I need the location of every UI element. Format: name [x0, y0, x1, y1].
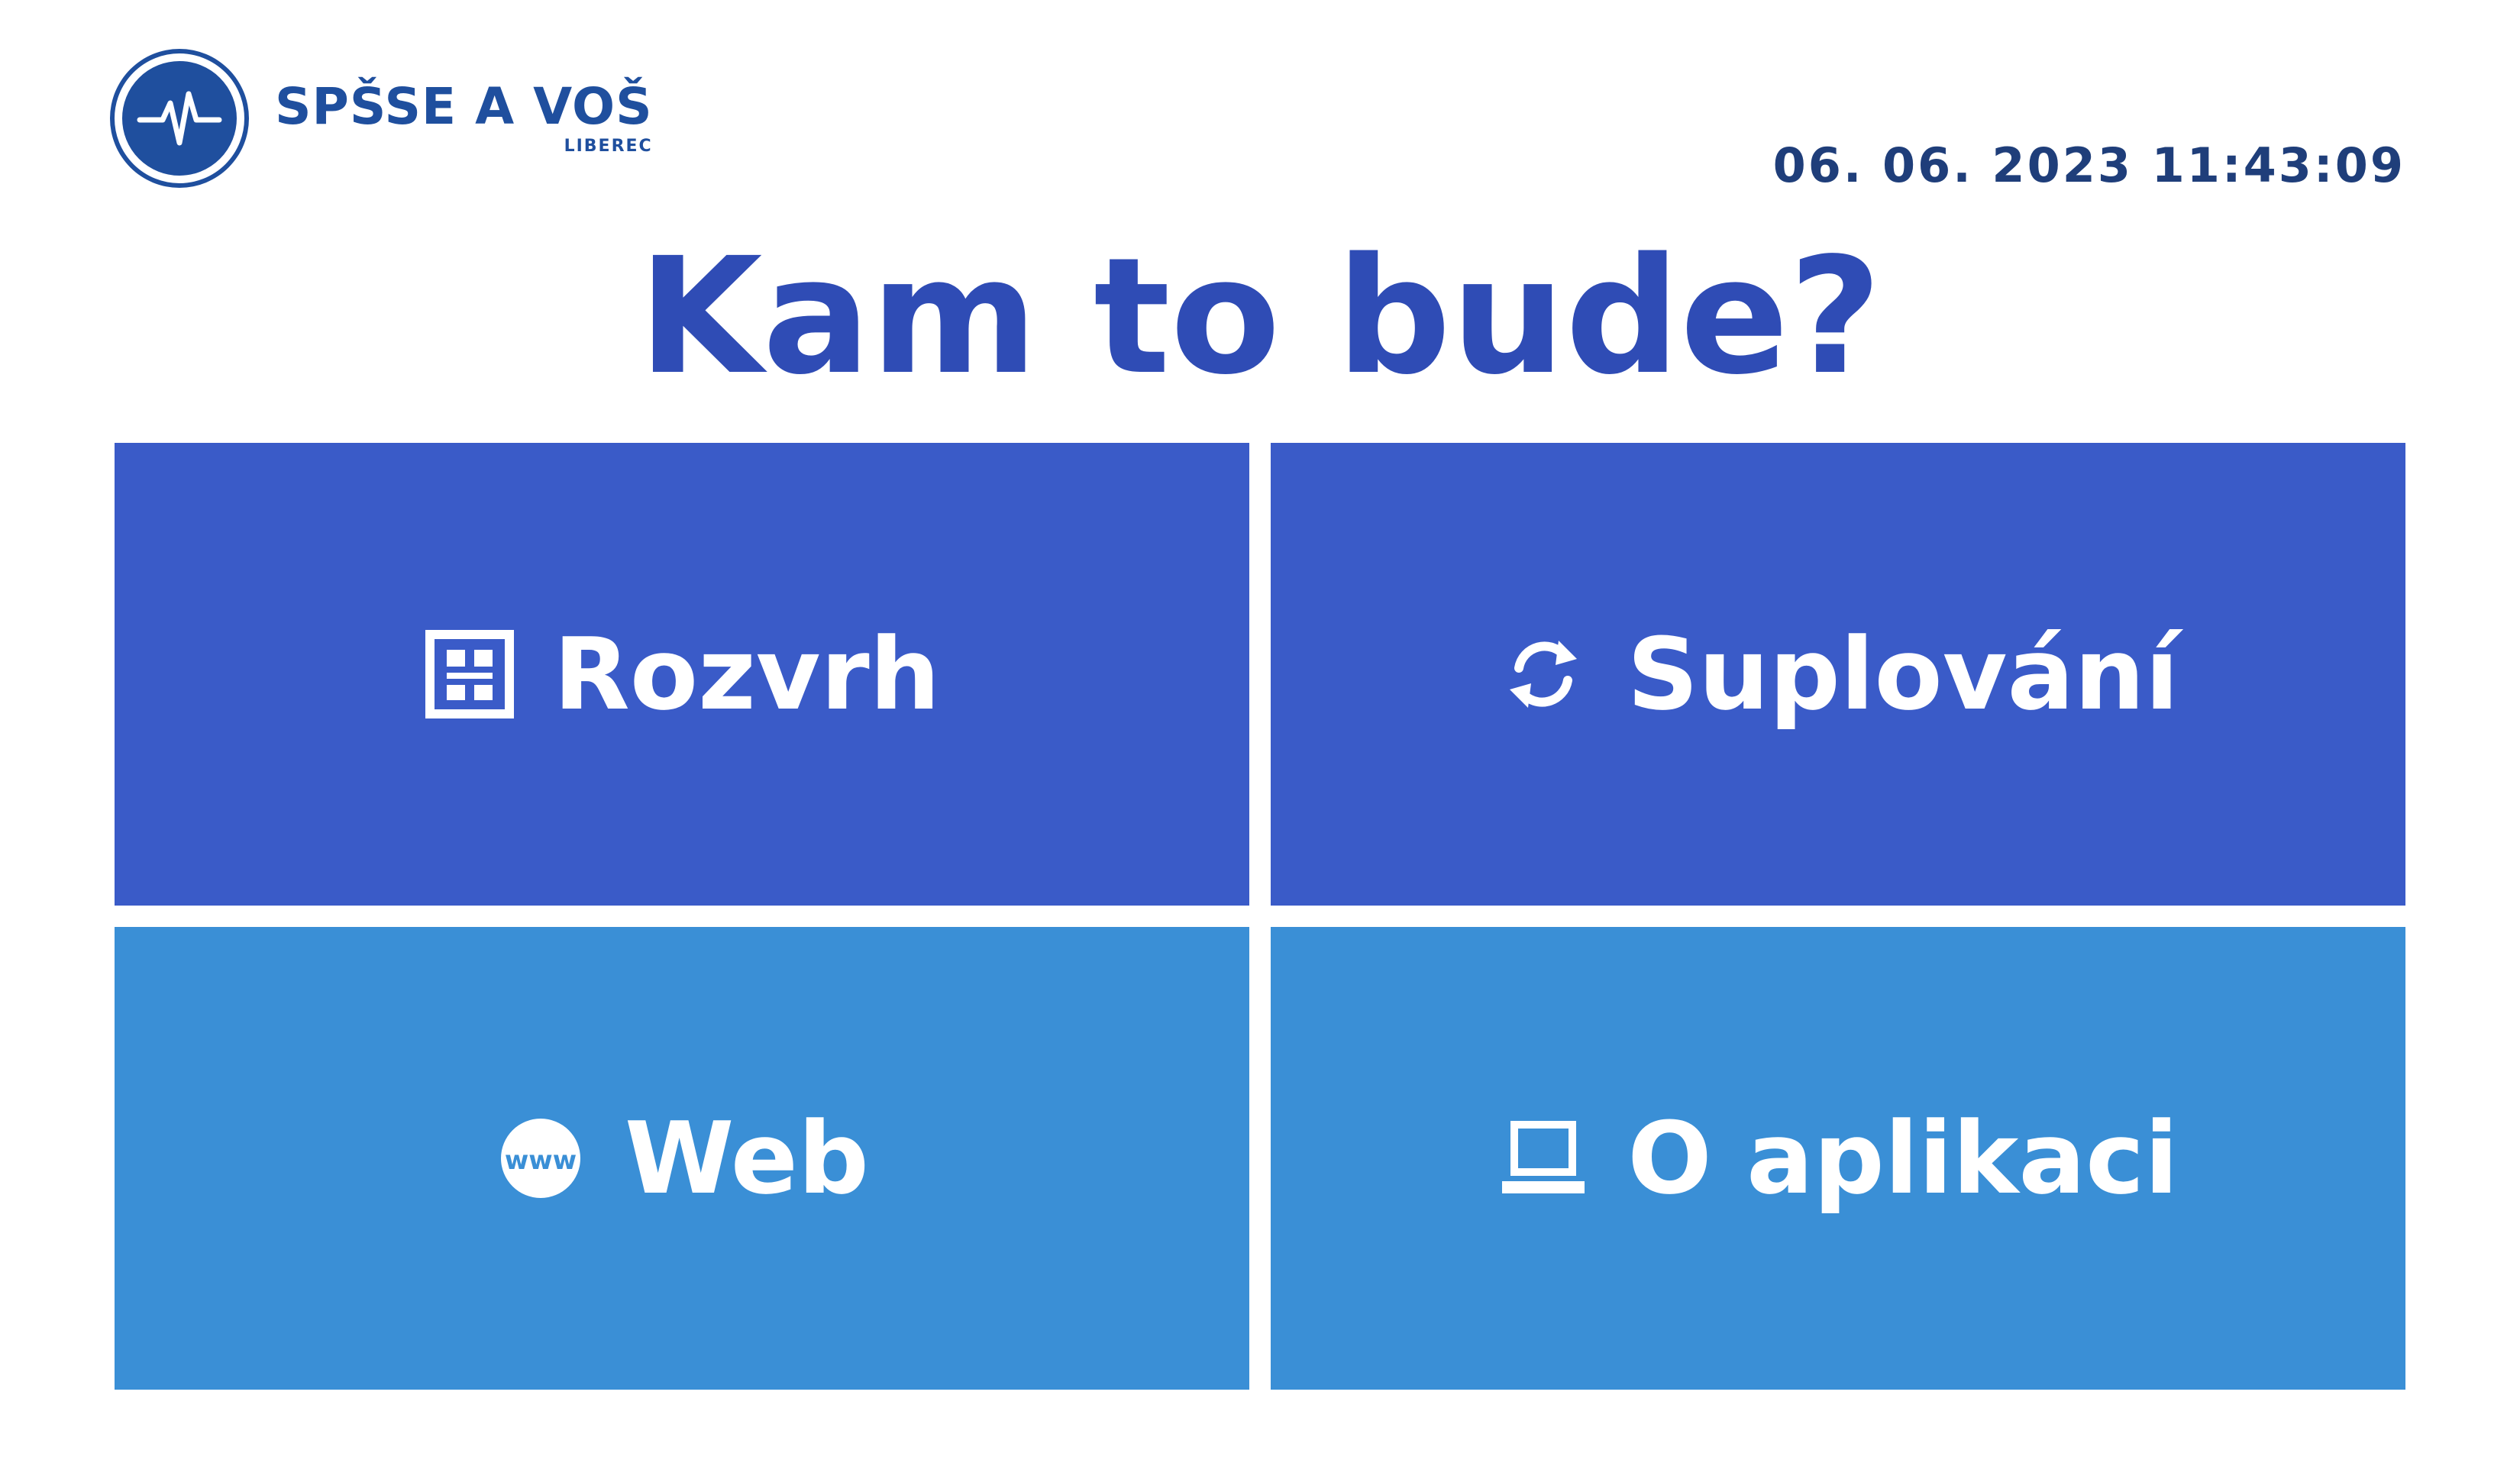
refresh-icon [1509, 641, 1577, 708]
rozvrh-label: Rozvrh [553, 616, 941, 732]
datetime-display: 06. 06. 2023 11:43:09 [1772, 137, 2405, 193]
school-name: SPŠSE A VOŠ [275, 77, 653, 136]
header: SPŠSE A VOŠ LIBEREC 06. 06. 2023 11:43:0… [115, 53, 2405, 206]
web-label: Web [625, 1100, 869, 1216]
menu-grid: Rozvrh Suplování www Web O aplikaci [115, 443, 2405, 1390]
o-aplikaci-label: O aplikaci [1627, 1100, 2179, 1216]
globe-icon: www [501, 1119, 580, 1198]
school-logo-icon [115, 53, 244, 183]
web-button[interactable]: www Web [115, 927, 1249, 1390]
school-city: LIBEREC [564, 137, 653, 156]
laptop-icon [1502, 1121, 1585, 1193]
kiosk-screen: SPŠSE A VOŠ LIBEREC 06. 06. 2023 11:43:0… [0, 0, 2520, 1466]
brand-text: SPŠSE A VOŠ LIBEREC [275, 82, 653, 155]
school-brand: SPŠSE A VOŠ LIBEREC [115, 53, 653, 183]
o-aplikaci-button[interactable]: O aplikaci [1271, 927, 2405, 1390]
schedule-grid-icon [425, 630, 514, 718]
suplovani-label: Suplování [1627, 616, 2179, 732]
rozvrh-button[interactable]: Rozvrh [115, 443, 1249, 906]
svg-text:www: www [505, 1145, 577, 1176]
page-title: Kam to bude? [638, 223, 1882, 410]
suplovani-button[interactable]: Suplování [1271, 443, 2405, 906]
